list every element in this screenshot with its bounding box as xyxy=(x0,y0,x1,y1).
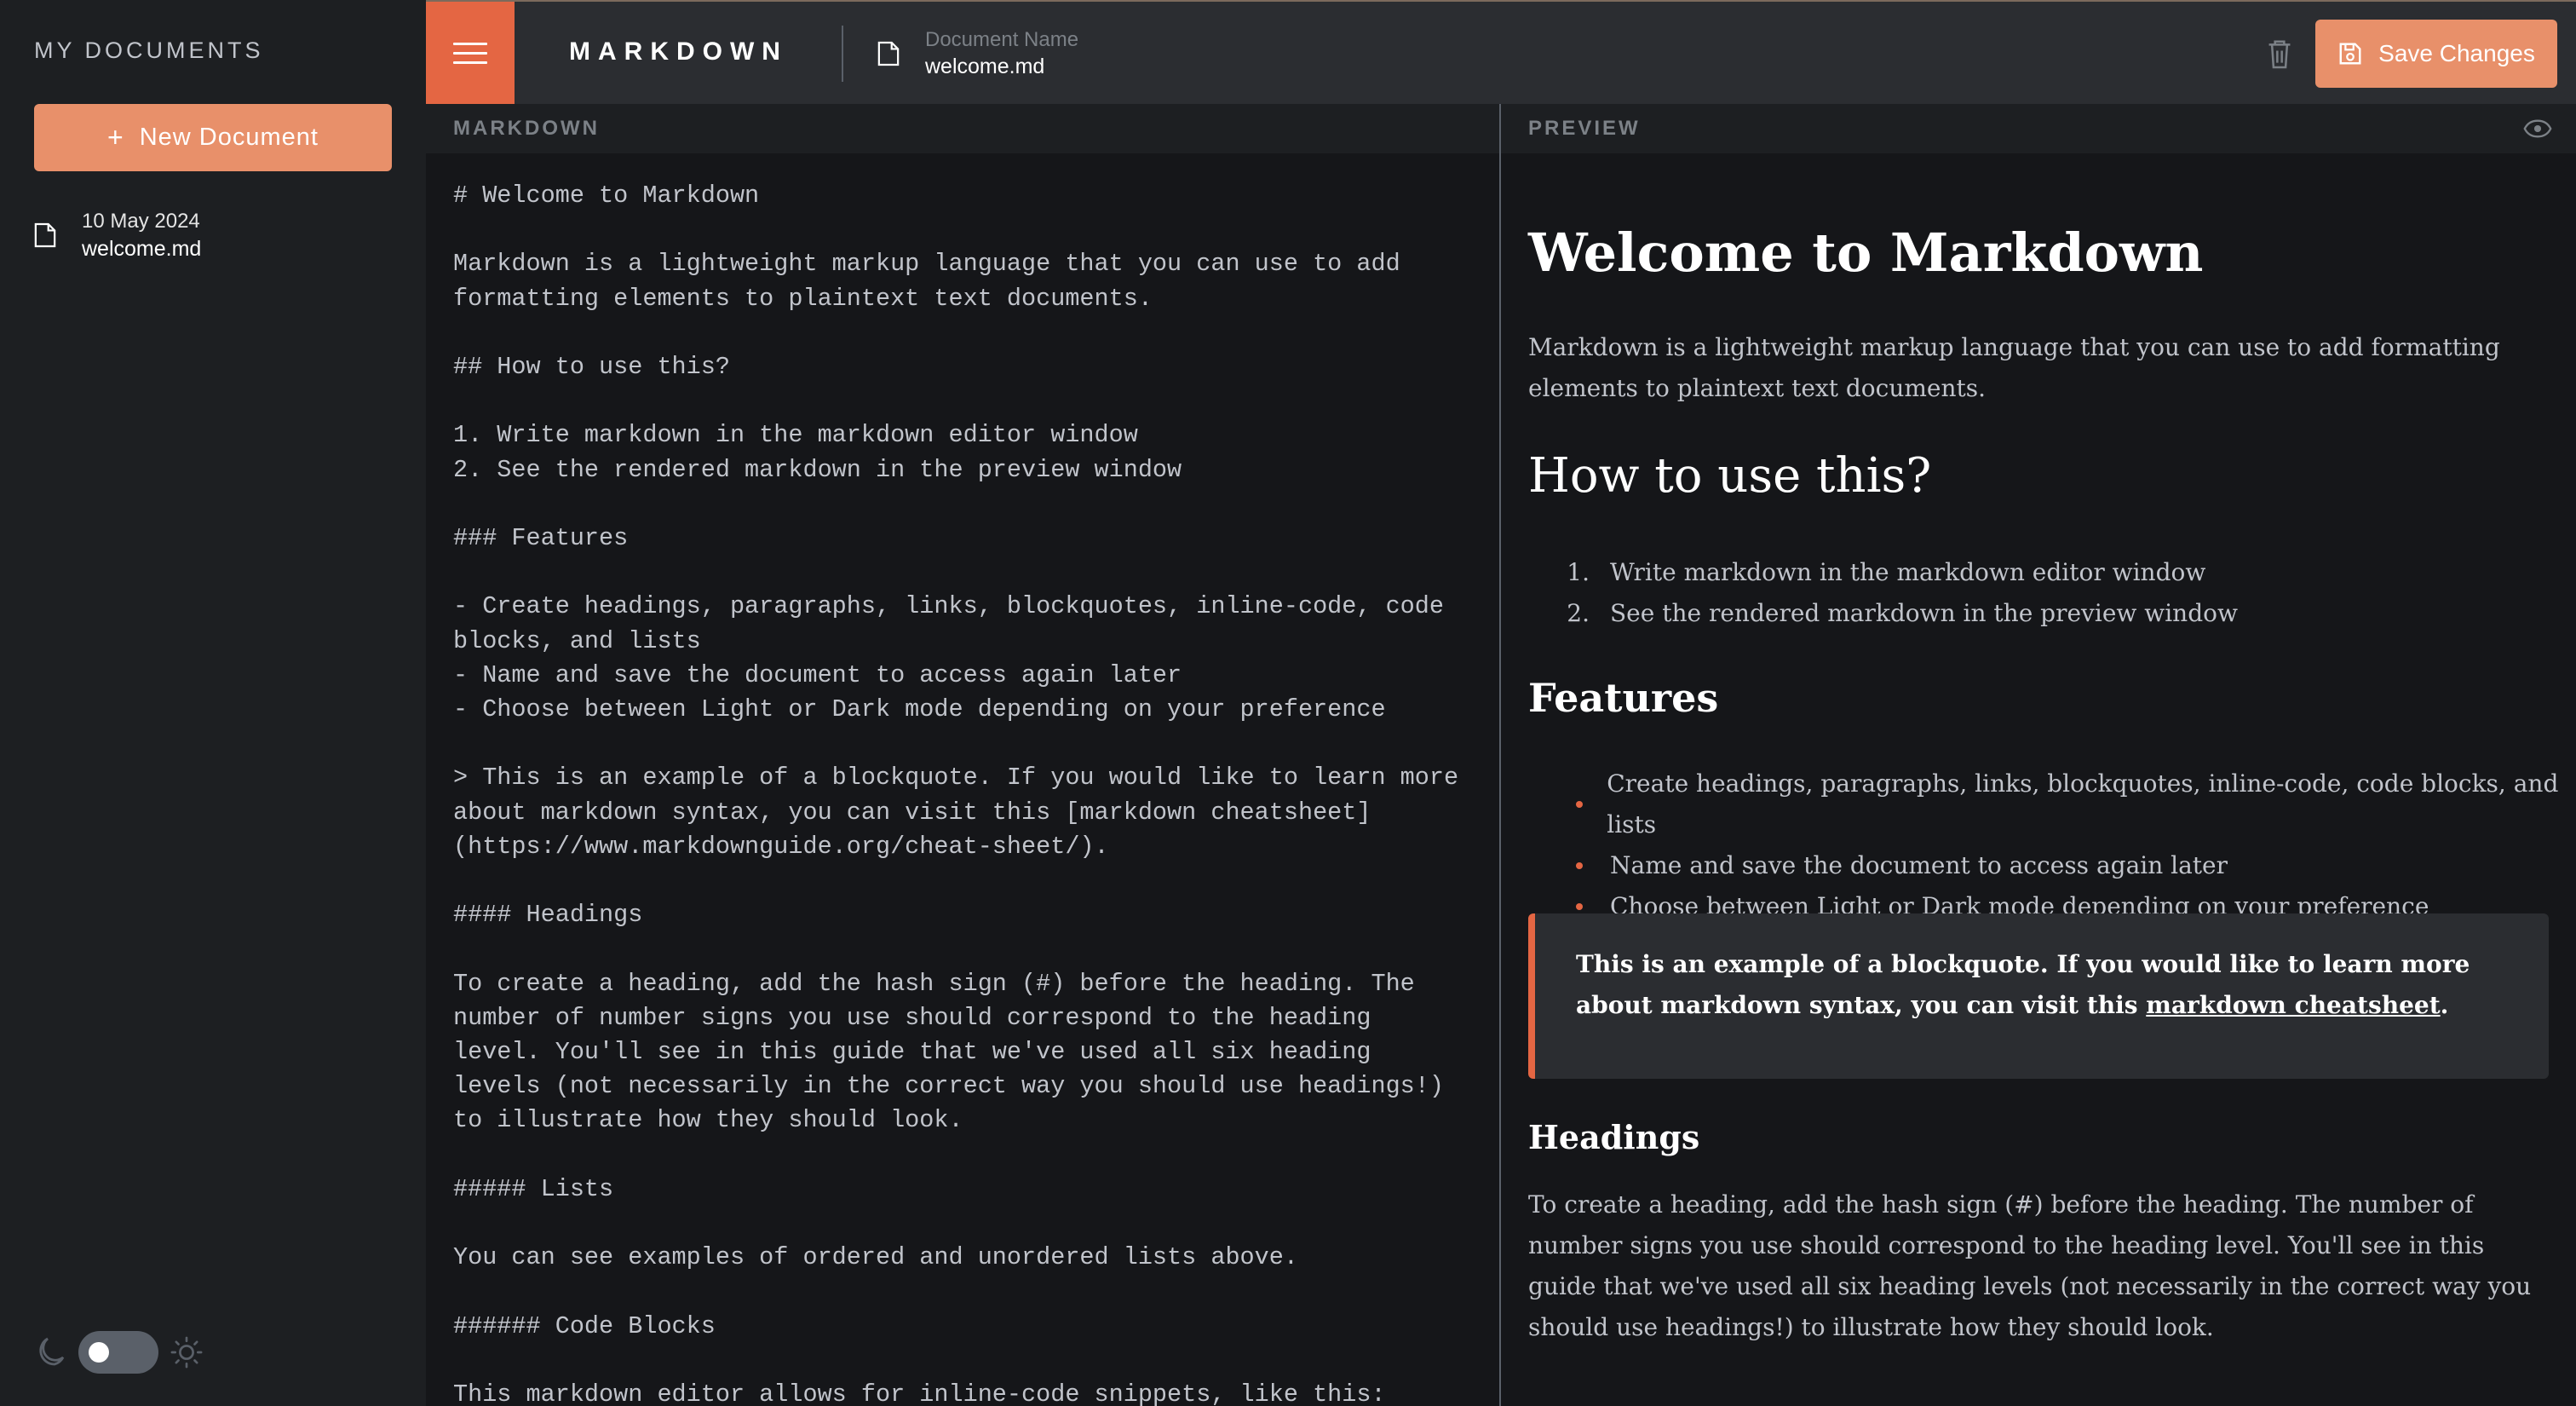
preview-heading-1: Welcome to Markdown xyxy=(1528,222,2204,284)
sidebar-title: MY DOCUMENTS xyxy=(34,37,264,63)
markdown-preview: Welcome to Markdown Markdown is a lightw… xyxy=(1501,153,2576,1406)
preview-ordered-list: 1. Write markdown in the markdown editor… xyxy=(1528,552,2238,634)
app-brand: MARKDOWN xyxy=(569,37,788,66)
preview-heading-3: Features xyxy=(1528,675,1719,721)
new-document-button[interactable]: + New Document xyxy=(34,104,392,171)
plus-icon: + xyxy=(107,122,124,153)
markdown-pane-label: MARKDOWN xyxy=(453,117,600,140)
save-changes-button[interactable]: Save Changes xyxy=(2315,20,2557,88)
save-changes-label: Save Changes xyxy=(2378,40,2535,66)
sidebar: MY DOCUMENTS + New Document 10 May 2024 … xyxy=(0,0,426,1406)
document-name-field[interactable]: Document Name welcome.md xyxy=(877,27,1078,80)
save-icon xyxy=(2339,43,2361,65)
header-divider xyxy=(842,26,843,82)
preview-paragraph: Markdown is a lightweight markup languag… xyxy=(1528,333,2500,402)
top-header: MARKDOWN Document Name welcome.md Save C… xyxy=(426,0,2576,104)
list-item: Create headings, paragraphs, links, bloc… xyxy=(1576,769,2559,838)
document-name: welcome.md xyxy=(82,237,202,261)
document-date: 10 May 2024 xyxy=(82,210,200,233)
preview-unordered-list: Create headings, paragraphs, links, bloc… xyxy=(1528,764,2576,927)
document-list-item[interactable]: 10 May 2024 welcome.md xyxy=(34,208,201,262)
trash-icon[interactable] xyxy=(2266,37,2293,70)
document-icon xyxy=(877,41,900,66)
theme-switch-knob xyxy=(89,1342,109,1363)
list-item: 2. See the rendered markdown in the prev… xyxy=(1567,599,2238,627)
list-item: Name and save the document to access aga… xyxy=(1576,851,2228,879)
hamburger-icon xyxy=(453,42,487,45)
moon-icon xyxy=(39,1337,65,1366)
theme-toggle xyxy=(32,1331,203,1374)
document-icon xyxy=(34,222,56,248)
preview-heading-4: Headings xyxy=(1528,1118,1700,1156)
document-name-input[interactable]: welcome.md xyxy=(925,53,1078,80)
markdown-pane-header: MARKDOWN xyxy=(426,104,1499,153)
document-name-label: Document Name xyxy=(925,28,1079,51)
preview-heading-2: How to use this? xyxy=(1528,448,1932,504)
eye-icon[interactable] xyxy=(2523,119,2552,138)
menu-button[interactable] xyxy=(426,2,515,104)
preview-pane-label: PREVIEW xyxy=(1528,117,1641,140)
preview-paragraph: To create a heading, add the hash sign (… xyxy=(1528,1190,2532,1341)
preview-pane-header: PREVIEW xyxy=(1501,104,2576,153)
preview-blockquote: This is an example of a blockquote. If y… xyxy=(1528,913,2549,1079)
new-document-label: New Document xyxy=(139,124,319,151)
list-item: 1. Write markdown in the markdown editor… xyxy=(1567,558,2206,586)
theme-switch[interactable] xyxy=(78,1331,158,1374)
cheatsheet-link[interactable]: markdown cheatsheet xyxy=(2146,991,2440,1019)
sun-icon xyxy=(170,1336,203,1369)
markdown-editor[interactable]: # Welcome to Markdown Markdown is a ligh… xyxy=(426,153,1499,1406)
